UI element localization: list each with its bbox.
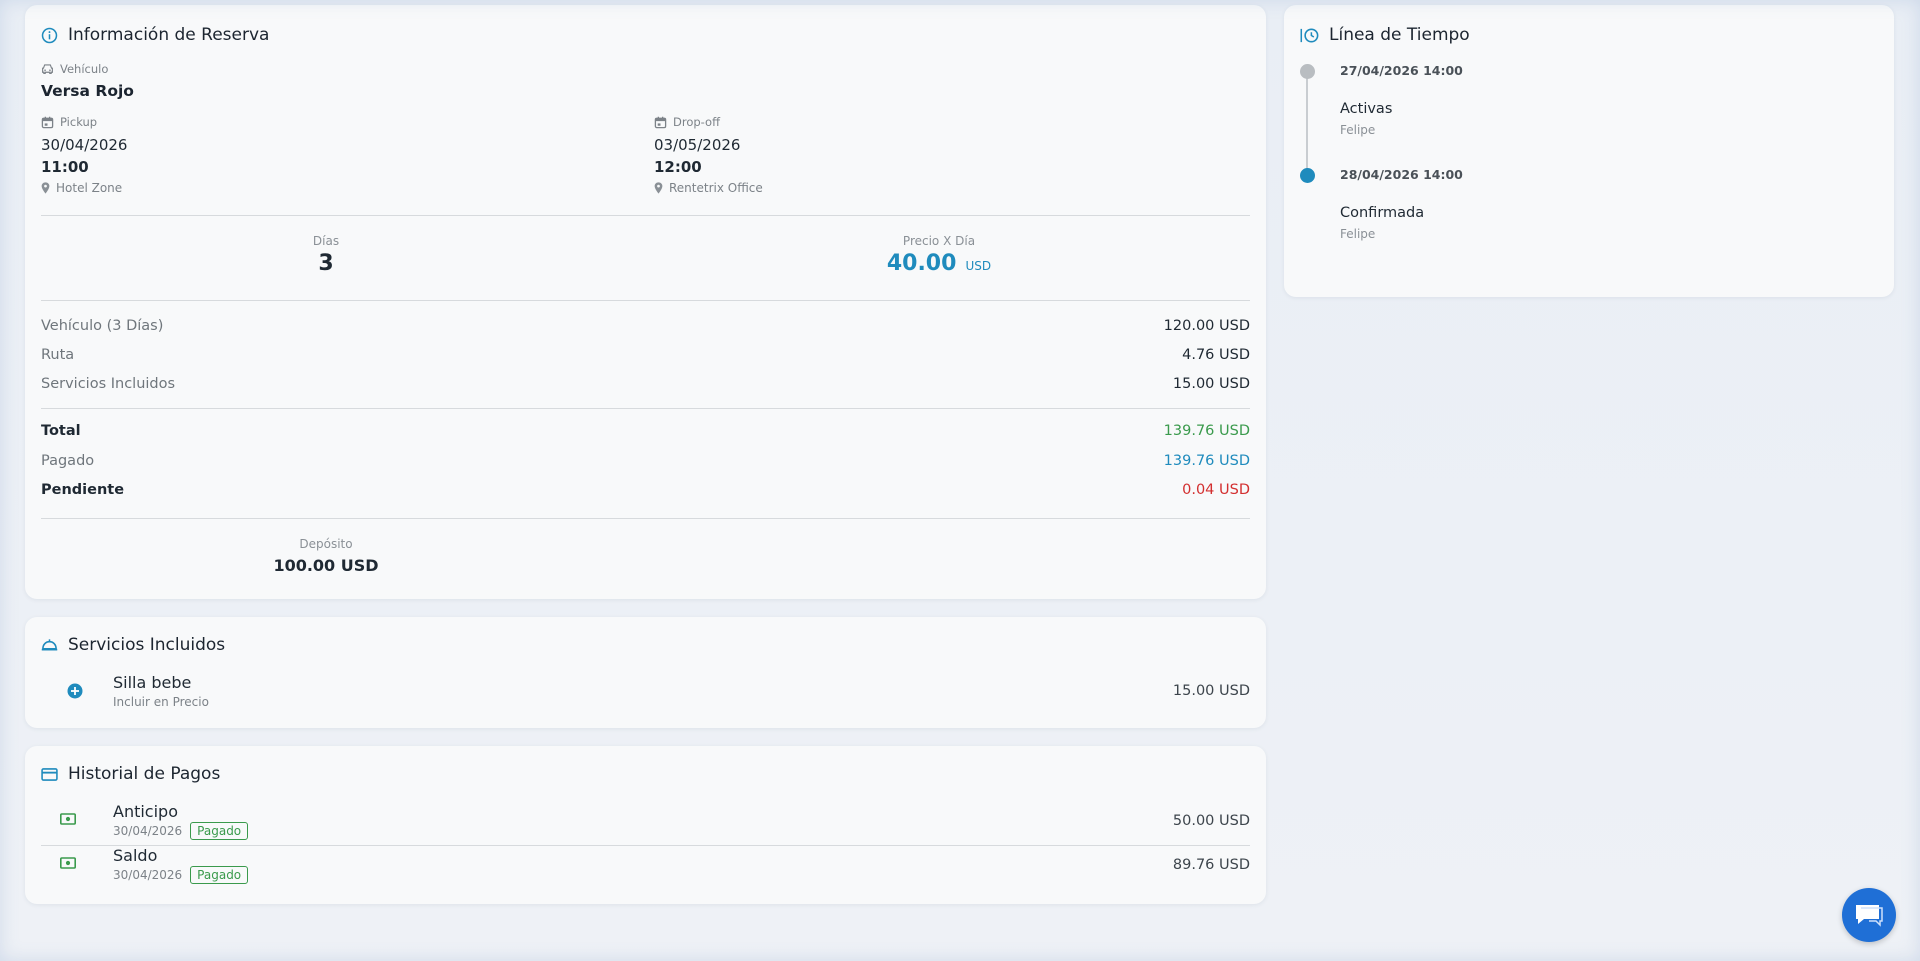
price-value: 40.00 [886,251,957,276]
pickup-date: 30/04/2026 [41,136,128,154]
payment-name: Anticipo [113,802,178,821]
timeline-datetime: 28/04/2026 14:00 [1340,167,1463,182]
timeline-status: Confirmada [1340,205,1425,221]
cash-icon [60,813,76,825]
status-badge: Pagado [190,822,249,840]
paid-row: Pagado 139.76 USD [41,453,1250,469]
service-bell-icon [41,638,58,652]
price-currency: USD [965,259,992,273]
pending-value: 0.04 USD [1182,482,1250,498]
services-card: Servicios Incluidos Silla bebe Incluir e… [25,617,1266,728]
vehicle-label: Vehículo [60,62,109,76]
payment-name: Saldo [113,846,158,865]
breakdown-value: 15.00 USD [1172,376,1250,392]
pending-row: Pendiente 0.04 USD [41,482,1250,498]
status-badge: Pagado [190,866,249,884]
timeline-datetime: 27/04/2026 14:00 [1340,63,1463,78]
pickup-location-row: Hotel Zone [41,181,122,195]
breakdown-line-route: Ruta 4.76 USD [41,347,1250,363]
payment-date: 30/04/2026 [113,868,183,882]
service-name: Silla bebe [113,673,192,692]
services-card-header: Servicios Incluidos [41,635,225,655]
paid-value: 139.76 USD [1163,453,1250,469]
map-pin-icon [654,182,663,194]
deposit-label: Depósito [299,537,353,551]
divider [41,215,1250,216]
timeline-user: Felipe [1340,123,1376,137]
payment-amount: 50.00 USD [1172,813,1250,829]
breakdown-value: 4.76 USD [1182,347,1250,363]
car-icon [41,63,54,75]
price-row: 40.00 USD [654,251,1224,276]
plus-circle-icon [67,683,83,699]
divider [41,300,1250,301]
payments-card: Historial de Pagos Anticipo 30/04/2026 P… [25,746,1266,904]
dropoff-location: Rentetrix Office [669,181,763,195]
timeline-status: Activas [1340,101,1393,117]
breakdown-line-services: Servicios Incluidos 15.00 USD [41,376,1250,392]
table-row: Anticipo 30/04/2026 Pagado 50.00 USD [41,802,1250,842]
services-title: Servicios Incluidos [68,635,226,655]
dropoff-label: Drop-off [673,115,720,129]
timeline-connector [1306,76,1308,176]
chat-icon [1853,902,1885,928]
dropoff-label-row: Drop-off [654,115,720,129]
timeline-card-header: Línea de Tiempo [1300,25,1470,45]
total-row: Total 139.76 USD [41,423,1250,439]
pickup-time: 11:00 [41,158,89,176]
timeline-user: Felipe [1340,227,1376,241]
map-pin-icon [41,182,50,194]
days-block: Días 3 [41,234,611,276]
breakdown-label: Ruta [41,347,75,363]
deposit-block: Depósito 100.00 USD [41,537,611,575]
calendar-icon [41,116,54,129]
reservation-card: Información de Reserva Vehículo Versa Ro… [25,5,1266,599]
info-circle-icon [41,27,58,44]
payments-card-header: Historial de Pagos [41,764,220,784]
reservation-title: Información de Reserva [68,25,270,45]
credit-card-icon [41,767,58,781]
calendar-icon [654,116,667,129]
timeline-dot [1300,168,1315,183]
price-label: Precio X Día [902,234,976,248]
breakdown-line-vehicle: Vehículo (3 Días) 120.00 USD [41,318,1250,334]
chat-button[interactable] [1842,888,1896,942]
divider [41,518,1250,519]
days-value: 3 [318,251,334,276]
service-amount: 15.00 USD [1172,683,1250,699]
service-sub: Incluir en Precio [113,695,209,709]
dropoff-date: 03/05/2026 [654,136,741,154]
pickup-location: Hotel Zone [56,181,123,195]
total-label: Total [41,423,81,439]
breakdown-label: Servicios Incluidos [41,376,176,392]
history-icon [1300,27,1319,44]
payments-title: Historial de Pagos [68,764,221,784]
pickup-label-row: Pickup [41,115,97,129]
list-item: Silla bebe Incluir en Precio 15.00 USD [41,673,1250,713]
pending-label: Pendiente [41,482,125,498]
breakdown-value: 120.00 USD [1163,318,1250,334]
dropoff-time: 12:00 [654,158,702,176]
total-value: 139.76 USD [1163,423,1250,439]
reservation-card-header: Información de Reserva [41,25,269,45]
pickup-label: Pickup [60,115,98,129]
days-label: Días [312,234,340,248]
price-block: Precio X Día 40.00 USD [654,234,1224,276]
payment-meta: 30/04/2026 Pagado [113,822,249,840]
cash-icon [60,857,76,869]
table-row: Saldo 30/04/2026 Pagado 89.76 USD [41,846,1250,886]
vehicle-value: Versa Rojo [41,82,134,100]
timeline-dot [1300,64,1315,79]
payment-meta: 30/04/2026 Pagado [113,866,249,884]
payment-date: 30/04/2026 [113,824,183,838]
paid-label: Pagado [41,453,95,469]
dropoff-location-row: Rentetrix Office [654,181,763,195]
timeline-title: Línea de Tiempo [1329,25,1470,45]
payment-amount: 89.76 USD [1172,857,1250,873]
divider [41,408,1250,409]
deposit-value: 100.00 USD [273,556,379,575]
timeline-card: Línea de Tiempo 27/04/2026 14:00 Activas… [1284,5,1894,297]
vehicle-label-row: Vehículo [41,62,108,76]
breakdown-label: Vehículo (3 Días) [41,318,164,334]
